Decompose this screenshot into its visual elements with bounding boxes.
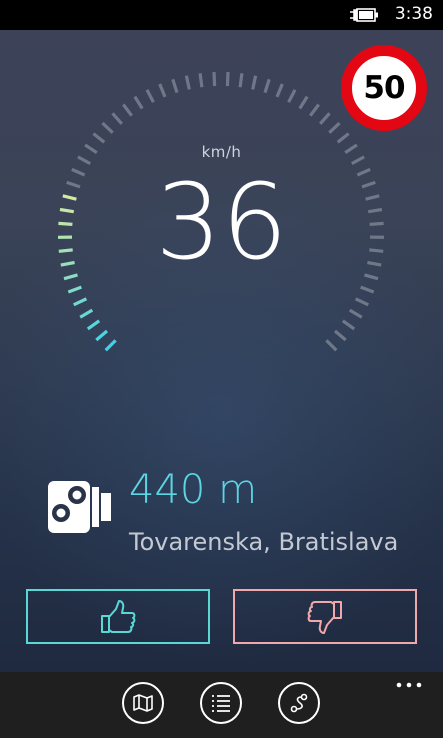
gauge-tick xyxy=(251,75,258,90)
gauge-tick xyxy=(101,121,114,134)
gauge-tick xyxy=(275,83,284,98)
speed-limit-value: 50 xyxy=(363,70,405,106)
thumbs-down-button[interactable] xyxy=(233,589,417,644)
camera-street: Tovarenska, Bratislava xyxy=(129,528,399,556)
gauge-tick xyxy=(122,103,133,117)
map-button[interactable] xyxy=(122,682,164,724)
clock: 3:38 xyxy=(394,4,433,24)
status-bar: 3:38 xyxy=(0,0,443,30)
gauge-tick-active xyxy=(95,329,109,342)
gauge-tick xyxy=(333,329,347,342)
gauge-tick xyxy=(92,132,106,144)
gauge-tick xyxy=(309,103,320,117)
route-button[interactable] xyxy=(278,682,320,724)
gauge-tick xyxy=(225,72,230,87)
map-icon xyxy=(133,694,153,712)
gauge-tick-active xyxy=(67,285,82,294)
current-speed: 36 xyxy=(155,161,288,283)
more-dots-icon[interactable] xyxy=(395,681,423,689)
main-screen: km/h 36 50 440 m Tovarenska, Bratislava xyxy=(0,30,443,672)
gauge-tick xyxy=(238,73,244,88)
gauge-tick xyxy=(341,319,356,331)
speed-camera-icon xyxy=(48,481,111,533)
gauge-tick xyxy=(133,95,144,110)
thumbs-down-icon xyxy=(307,600,342,634)
gauge-tick xyxy=(319,112,331,125)
speed-unit: km/h xyxy=(201,143,242,161)
gauge-tick-active xyxy=(73,297,88,307)
gauge-tick-active xyxy=(86,319,101,331)
gauge-tick xyxy=(198,73,204,88)
gauge-tick xyxy=(354,297,369,307)
app-bar xyxy=(0,672,443,738)
gauge-tick xyxy=(325,339,338,352)
gauge-tick xyxy=(298,95,309,110)
gauge-tick xyxy=(336,132,350,144)
gauge-tick-active xyxy=(104,339,117,352)
gauge-tick-active xyxy=(79,308,94,319)
thumbs-up-icon xyxy=(101,599,136,633)
route-icon xyxy=(290,693,308,713)
camera-distance: 440 m xyxy=(129,467,258,513)
gauge-tick xyxy=(328,121,341,134)
list-button[interactable] xyxy=(200,682,242,724)
list-icon xyxy=(212,695,230,712)
gauge-tick xyxy=(171,78,179,94)
gauge-tick xyxy=(360,285,375,294)
gauge-tick xyxy=(184,75,191,90)
gauge-tick xyxy=(348,308,363,319)
gauge-tick xyxy=(263,78,271,94)
thumbs-up-button[interactable] xyxy=(26,589,210,644)
gauge-tick xyxy=(145,89,155,103)
gauge-tick xyxy=(212,72,217,87)
gauge-tick xyxy=(287,89,297,103)
gauge-tick xyxy=(158,83,167,98)
speed-limit-sign: 50 xyxy=(341,45,427,131)
gauge-tick xyxy=(111,112,123,125)
battery-charging-icon xyxy=(350,8,378,22)
